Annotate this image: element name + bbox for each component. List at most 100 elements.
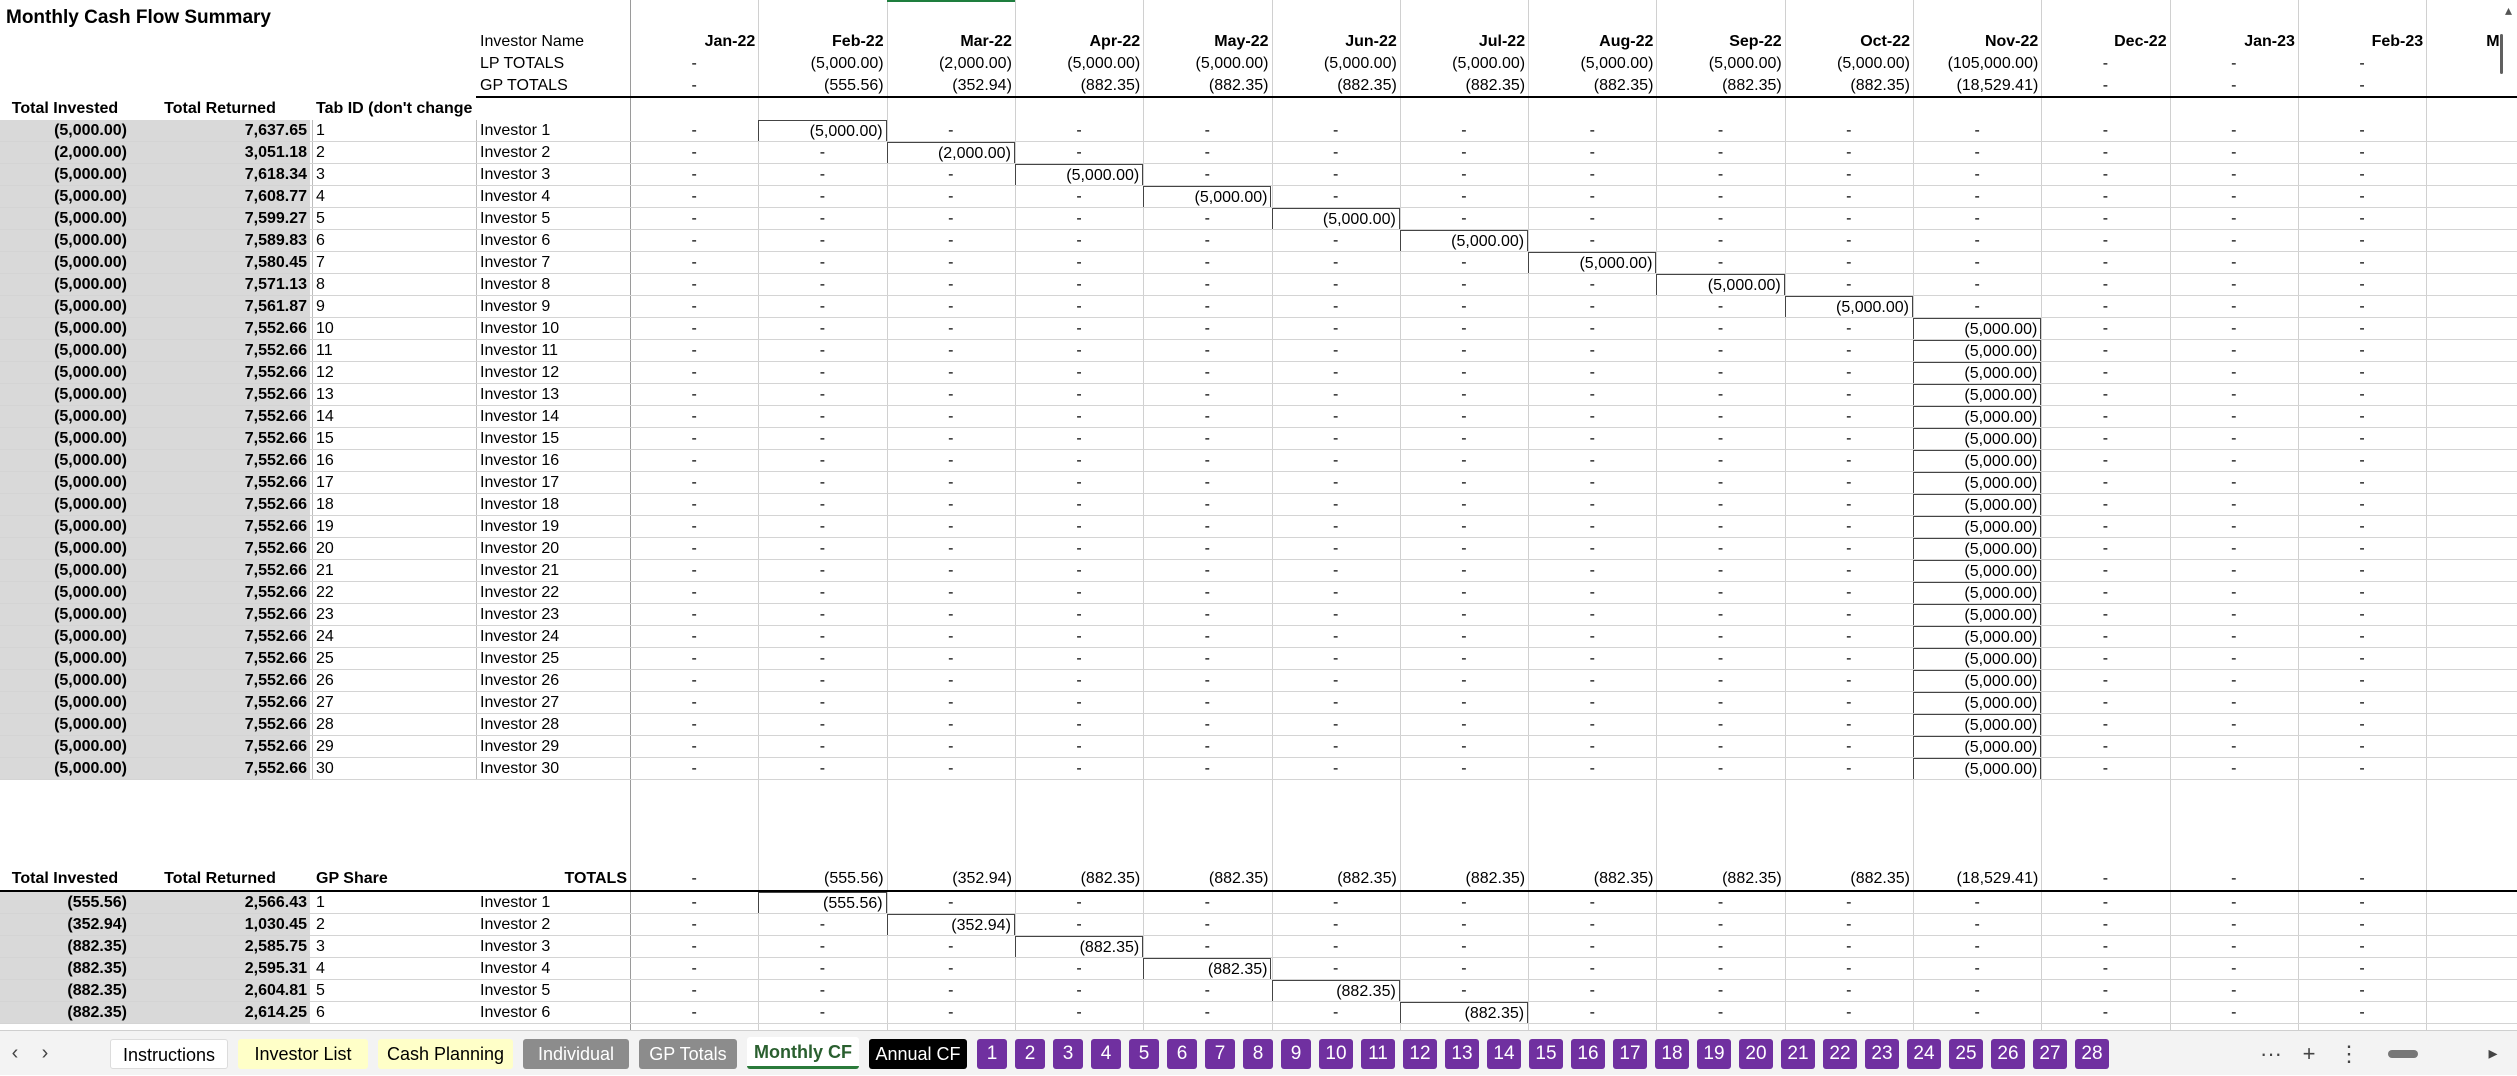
month-header-partial[interactable]: M — [2486, 31, 2506, 53]
cash-flow-cell[interactable]: - — [1400, 538, 1528, 560]
cash-flow-cell[interactable]: - — [758, 494, 886, 516]
cash-flow-cell[interactable]: - — [887, 274, 1015, 296]
cash-flow-cell[interactable]: - — [1656, 582, 1784, 604]
cash-flow-cell[interactable]: - — [2298, 736, 2426, 758]
total-returned-cell[interactable]: 7,552.66 — [130, 472, 310, 494]
total-returned-cell[interactable]: 7,618.34 — [130, 164, 310, 186]
cash-flow-cell[interactable]: - — [1785, 692, 1913, 714]
cash-flow-cell[interactable]: - — [1400, 714, 1528, 736]
cash-flow-cell[interactable]: - — [1528, 450, 1656, 472]
cash-flow-cell[interactable]: - — [1528, 472, 1656, 494]
cash-flow-cell[interactable]: - — [887, 604, 1015, 626]
cash-flow-cell[interactable]: - — [2041, 406, 2169, 428]
cash-flow-cell[interactable]: - — [1272, 758, 1400, 780]
tab-id-cell[interactable]: 25 — [312, 648, 472, 670]
gp-section-total-cell[interactable]: (555.56) — [758, 868, 886, 890]
investor-name-cell[interactable]: Investor 16 — [476, 450, 630, 472]
sheet-options-icon[interactable]: ⋮ — [2334, 1031, 2364, 1076]
sheet-tab-28[interactable]: 28 — [2075, 1039, 2109, 1069]
cash-flow-cell[interactable]: - — [2170, 208, 2298, 230]
cash-flow-cell[interactable]: - — [887, 230, 1015, 252]
cash-flow-cell[interactable]: - — [1015, 758, 1143, 780]
sheet-tab-5[interactable]: 5 — [1129, 1039, 1159, 1069]
month-header[interactable]: Sep-22 — [1656, 31, 1784, 53]
investor-name-cell[interactable]: Investor 15 — [476, 428, 630, 450]
cash-flow-cell[interactable]: - — [1528, 914, 1656, 936]
total-returned-cell[interactable]: 7,552.66 — [130, 516, 310, 538]
cash-flow-cell[interactable]: - — [1400, 450, 1528, 472]
cash-flow-cell[interactable]: - — [1272, 230, 1400, 252]
cash-flow-cell[interactable]: - — [1015, 626, 1143, 648]
cash-flow-cell[interactable]: - — [1400, 428, 1528, 450]
cash-flow-cell[interactable]: - — [2170, 736, 2298, 758]
total-invested-cell[interactable]: (2,000.00) — [0, 142, 130, 164]
cash-flow-cell[interactable]: - — [1272, 428, 1400, 450]
cash-flow-cell[interactable]: - — [2041, 450, 2169, 472]
cash-flow-cell[interactable]: - — [1785, 670, 1913, 692]
cash-flow-cell[interactable]: - — [1913, 274, 2041, 296]
investor-name-cell[interactable]: Investor 1 — [476, 892, 630, 914]
cash-flow-cell[interactable]: (5,000.00) — [1913, 450, 2042, 472]
cash-flow-cell[interactable]: - — [1400, 604, 1528, 626]
cash-flow-cell[interactable]: - — [1528, 692, 1656, 714]
cash-flow-cell[interactable]: - — [1913, 936, 2041, 958]
cash-flow-cell[interactable]: - — [1272, 560, 1400, 582]
cash-flow-cell[interactable]: - — [2170, 758, 2298, 780]
lp-total-cell[interactable]: (5,000.00) — [1528, 53, 1656, 75]
sheet-tab-16[interactable]: 16 — [1571, 1039, 1605, 1069]
sheet-tab-2[interactable]: 2 — [1015, 1039, 1045, 1069]
cash-flow-cell[interactable]: (5,000.00) — [1913, 516, 2042, 538]
total-returned-cell[interactable]: 7,552.66 — [130, 560, 310, 582]
cash-flow-cell[interactable]: - — [1785, 318, 1913, 340]
cash-flow-cell[interactable]: - — [630, 736, 758, 758]
cash-flow-cell[interactable]: - — [1015, 736, 1143, 758]
cash-flow-cell[interactable]: - — [1400, 384, 1528, 406]
cash-flow-cell[interactable]: - — [2298, 120, 2426, 142]
gp-section-total-cell[interactable]: (882.35) — [1400, 868, 1528, 890]
cash-flow-cell[interactable]: - — [2041, 538, 2169, 560]
cash-flow-cell[interactable]: - — [2298, 142, 2426, 164]
cash-flow-cell[interactable]: - — [1913, 892, 2041, 914]
gp-total-cell[interactable]: - — [2041, 75, 2169, 97]
investor-name-cell[interactable]: Investor 24 — [476, 626, 630, 648]
cash-flow-cell[interactable]: - — [1272, 142, 1400, 164]
cash-flow-cell[interactable]: (882.35) — [1399, 1002, 1529, 1024]
month-header[interactable]: Apr-22 — [1015, 31, 1143, 53]
sheet-tab-gp-totals[interactable]: GP Totals — [639, 1039, 737, 1069]
cash-flow-cell[interactable]: - — [1528, 936, 1656, 958]
total-invested-cell[interactable]: (5,000.00) — [0, 582, 130, 604]
tab-id-cell[interactable]: 21 — [312, 560, 472, 582]
cash-flow-cell[interactable]: (5,000.00) — [1528, 252, 1657, 274]
cash-flow-cell[interactable]: - — [630, 958, 758, 980]
cash-flow-cell[interactable]: - — [2041, 208, 2169, 230]
cash-flow-cell[interactable]: - — [1400, 736, 1528, 758]
cash-flow-cell[interactable]: - — [2041, 296, 2169, 318]
cash-flow-cell[interactable]: (352.94) — [886, 914, 1015, 936]
cash-flow-cell[interactable]: - — [1400, 494, 1528, 516]
cash-flow-cell[interactable]: - — [758, 164, 886, 186]
cash-flow-cell[interactable]: - — [758, 670, 886, 692]
cash-flow-cell[interactable]: - — [1528, 494, 1656, 516]
cash-flow-cell[interactable]: (5,000.00) — [1913, 582, 2042, 604]
cash-flow-cell[interactable]: - — [1272, 670, 1400, 692]
cash-flow-cell[interactable]: - — [1656, 670, 1784, 692]
cash-flow-cell[interactable]: - — [1272, 1002, 1400, 1024]
investor-name-cell[interactable]: Investor 18 — [476, 494, 630, 516]
total-returned-cell[interactable]: 7,589.83 — [130, 230, 310, 252]
cash-flow-cell[interactable]: - — [2298, 560, 2426, 582]
investor-name-cell[interactable]: Investor 13 — [476, 384, 630, 406]
cash-flow-cell[interactable]: (2,000.00) — [886, 142, 1015, 164]
cash-flow-cell[interactable]: - — [1400, 120, 1528, 142]
cash-flow-cell[interactable]: - — [2041, 958, 2169, 980]
cash-flow-cell[interactable]: - — [1015, 670, 1143, 692]
cash-flow-cell[interactable]: - — [1143, 362, 1271, 384]
cash-flow-cell[interactable]: - — [887, 736, 1015, 758]
investor-name-cell[interactable]: Investor 5 — [476, 208, 630, 230]
cash-flow-cell[interactable]: - — [2170, 494, 2298, 516]
sheet-tab-17[interactable]: 17 — [1613, 1039, 1647, 1069]
cash-flow-cell[interactable]: - — [1656, 980, 1784, 1002]
cash-flow-cell[interactable]: - — [1272, 274, 1400, 296]
cash-flow-cell[interactable]: - — [1656, 406, 1784, 428]
cash-flow-cell[interactable]: - — [2298, 208, 2426, 230]
gp-section-total-cell[interactable]: - — [630, 868, 758, 890]
